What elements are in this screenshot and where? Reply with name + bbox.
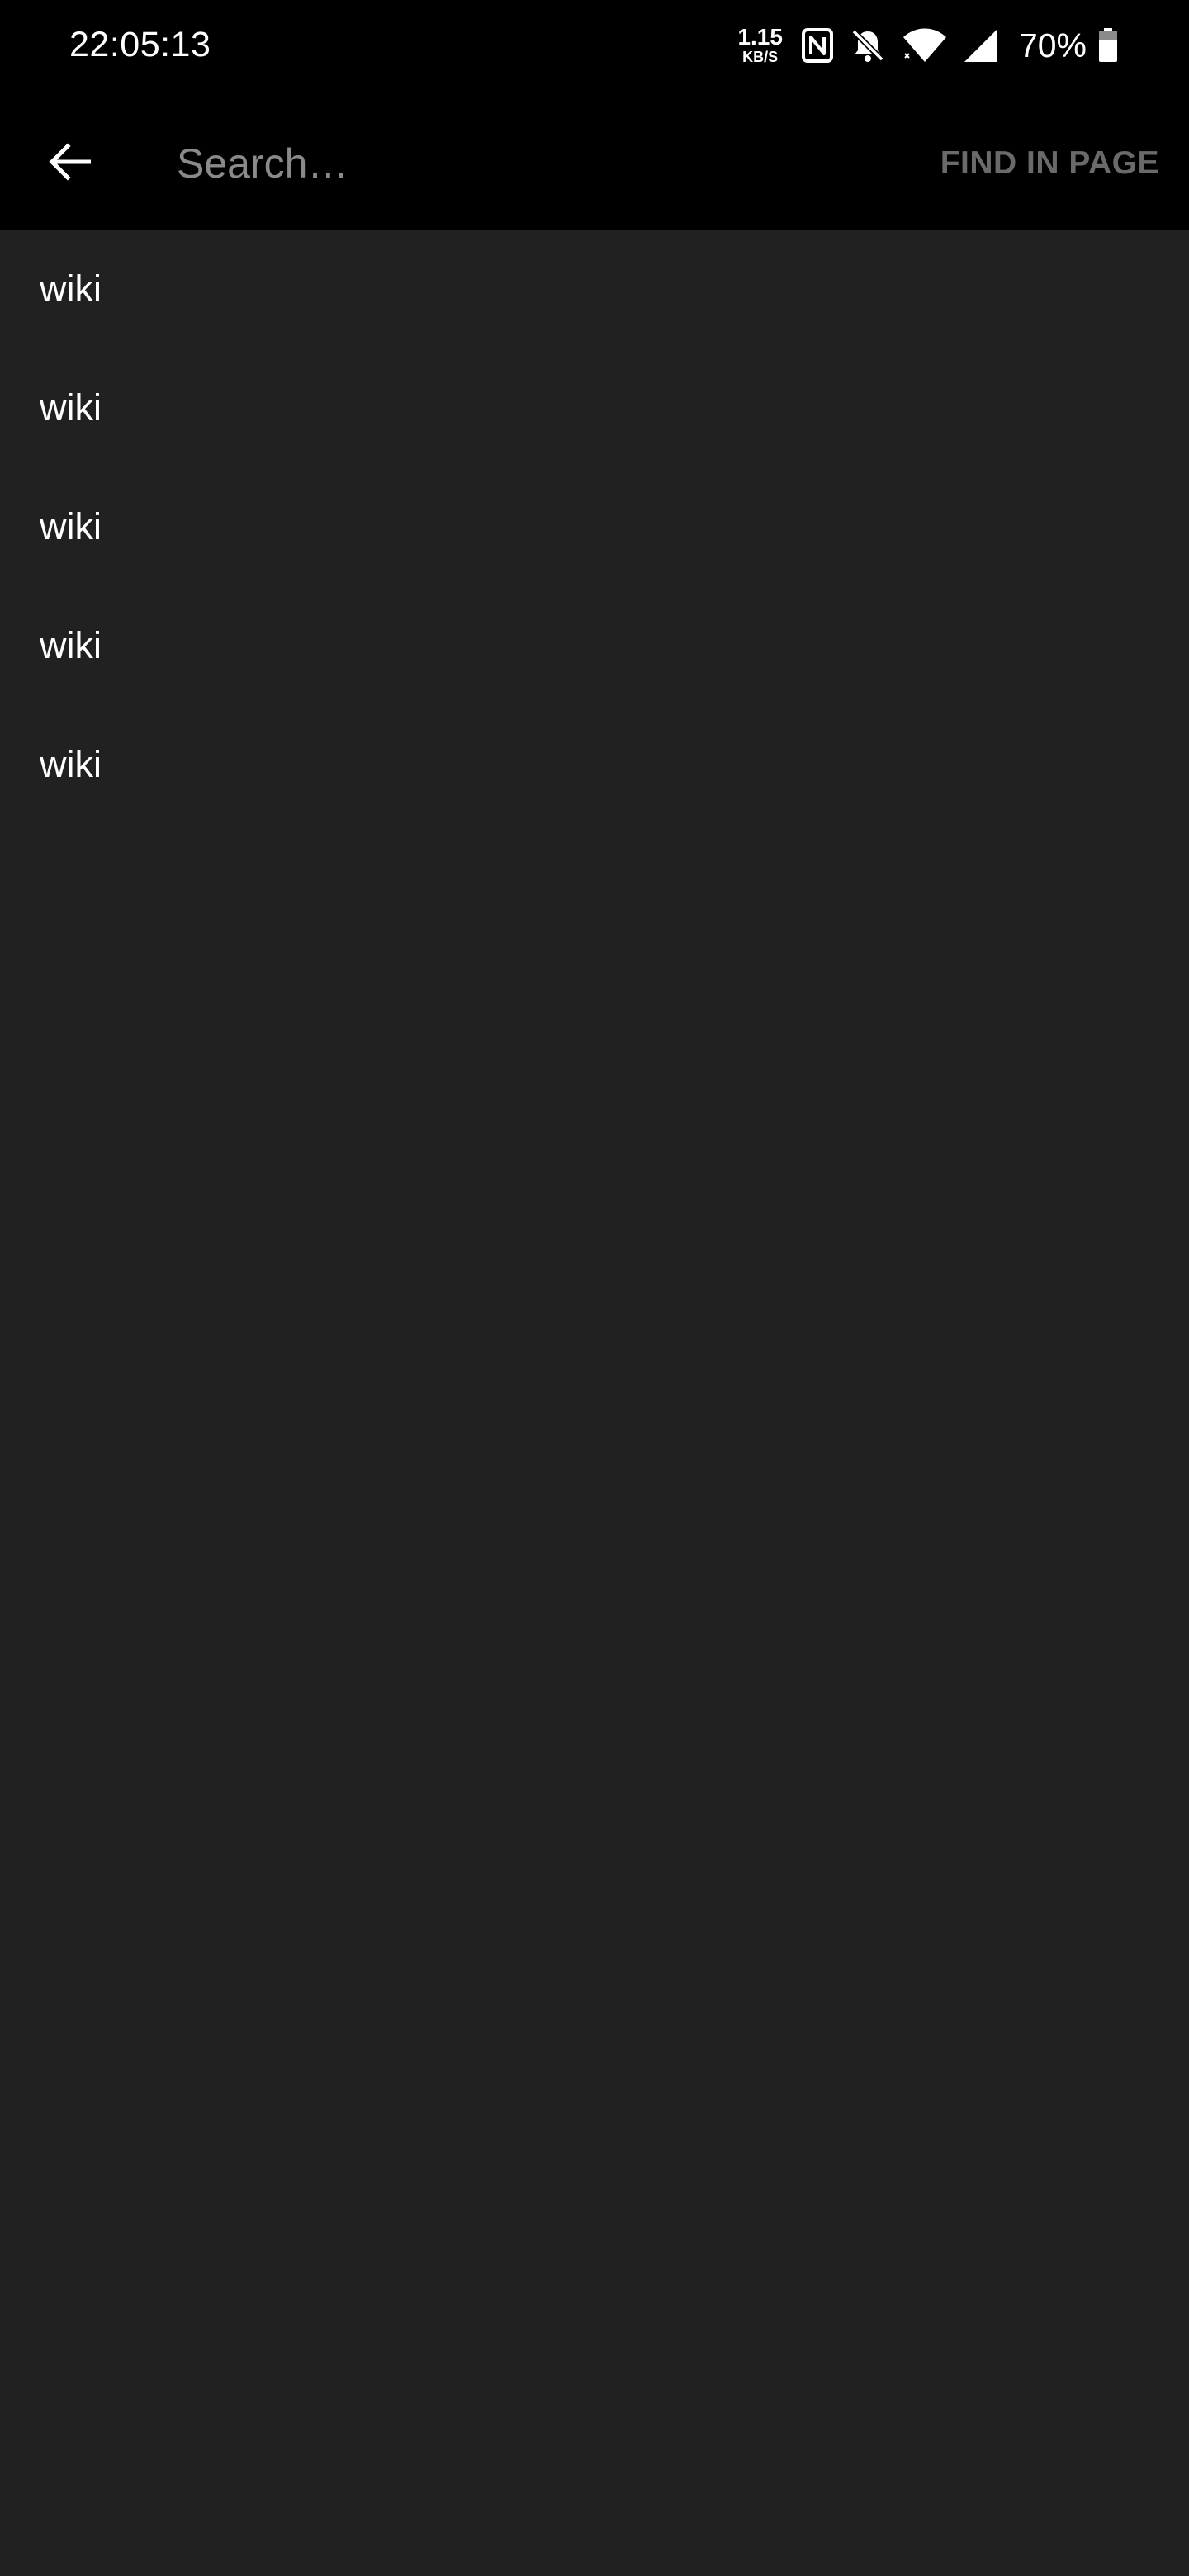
- list-item[interactable]: wiki: [0, 705, 1189, 824]
- arrow-left-icon: [49, 143, 91, 181]
- find-in-page-button[interactable]: FIND IN PAGE: [940, 139, 1159, 188]
- search-results-list: wiki wiki wiki wiki wiki: [0, 230, 1189, 824]
- list-item[interactable]: wiki: [0, 586, 1189, 705]
- nfc-icon: [801, 28, 833, 63]
- status-time: 22:05:13: [69, 25, 211, 64]
- network-speed-unit: KB/S: [742, 49, 779, 65]
- battery-percent: 70%: [1018, 26, 1087, 64]
- battery-icon: [1099, 28, 1117, 62]
- search-toolbar: FIND IN PAGE: [0, 91, 1189, 230]
- network-speed-value: 1.15: [737, 24, 783, 50]
- wifi-icon: [902, 28, 946, 62]
- bell-off-icon: [851, 29, 884, 62]
- status-bar: 22:05:13 1.15 KB/S 70%: [0, 0, 1189, 91]
- network-speed: 1.15 KB/S: [737, 24, 783, 66]
- list-item[interactable]: wiki: [0, 230, 1189, 348]
- back-button[interactable]: [36, 129, 102, 195]
- search-input[interactable]: [177, 132, 837, 195]
- list-item[interactable]: wiki: [0, 348, 1189, 467]
- status-icons: 1.15 KB/S 70%: [737, 18, 1118, 73]
- signal-icon: [964, 29, 997, 62]
- list-item[interactable]: wiki: [0, 467, 1189, 586]
